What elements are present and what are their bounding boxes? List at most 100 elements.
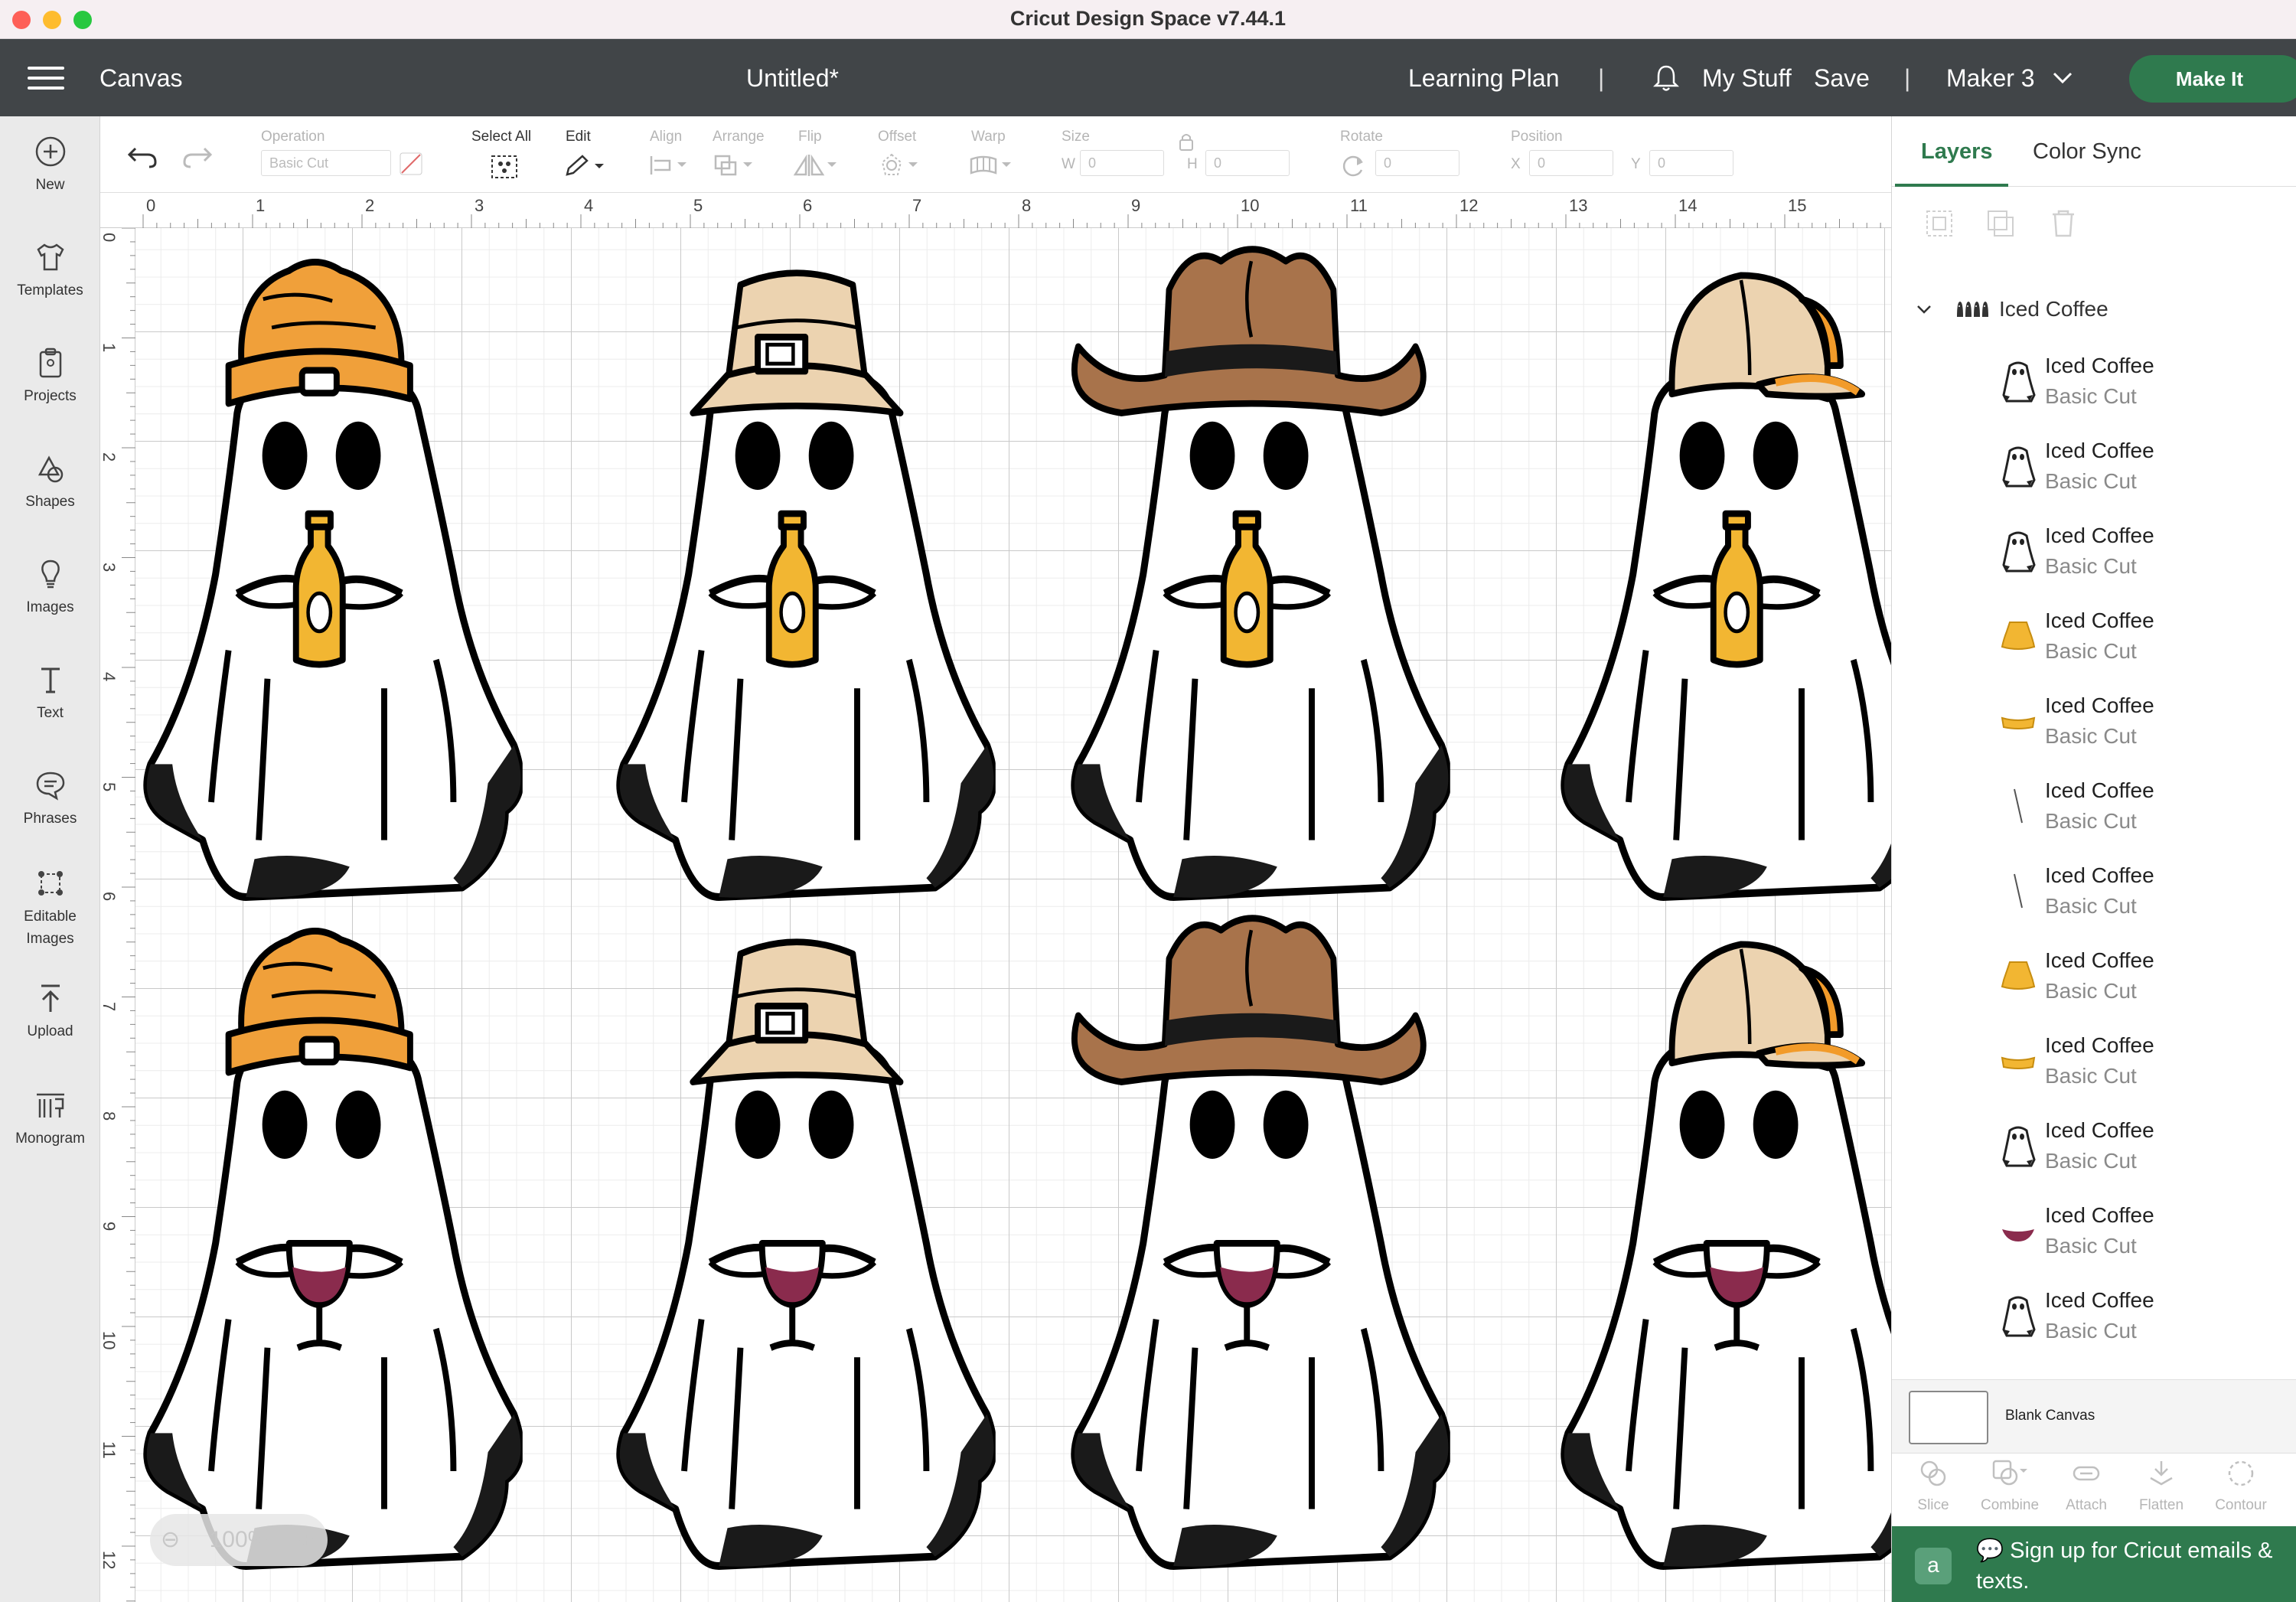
select-all-icon[interactable] (489, 153, 520, 181)
signup-banner[interactable]: a 💬 Sign up for Cricut emails & texts. (1892, 1526, 2296, 1602)
layer-row[interactable]: Iced Coffee Basic Cut (1892, 1109, 2296, 1194)
size-w-label: W (1062, 156, 1075, 172)
ghost-design[interactable] (598, 902, 998, 1590)
signup-text[interactable]: 💬 Sign up for Cricut emails & texts. (1976, 1535, 2282, 1597)
sidebar-item-new[interactable]: New (0, 135, 100, 197)
layer-name: Iced Coffee (2045, 863, 2154, 887)
app-header: Canvas Untitled* Learning Plan | My Stuf… (0, 39, 2296, 116)
ruler-tick-label: 1 (256, 196, 266, 215)
bell-icon[interactable] (1651, 63, 1681, 93)
group-icon[interactable] (1923, 207, 1956, 240)
layer-row[interactable]: Iced Coffee Basic Cut (1892, 1024, 2296, 1109)
ghost-design[interactable] (1542, 233, 1891, 921)
sidebar-item-editable-images[interactable]: Editable Images (0, 866, 100, 950)
combine-button[interactable]: Combine (1971, 1458, 2048, 1514)
sidebar-label: Editable Images (24, 909, 77, 947)
layer-row[interactable]: Iced Coffee Basic Cut (1892, 769, 2296, 854)
ghost-design[interactable] (598, 233, 998, 921)
duplicate-icon[interactable] (1984, 207, 2017, 240)
zoom-in-icon[interactable]: ⊕ (298, 1514, 317, 1566)
save-button[interactable]: Save (1814, 64, 1870, 93)
header-separator: | (1598, 64, 1605, 92)
chevron-down-icon[interactable] (2051, 68, 2074, 86)
rotate-icon[interactable] (1340, 153, 1366, 179)
sidebar-item-projects[interactable]: Projects (0, 346, 100, 408)
bottom-tools: Slice Combine Attach Flatten Contour (1892, 1453, 2296, 1526)
offset-label: Offset (878, 129, 917, 145)
contour-button[interactable]: Contour (2203, 1458, 2279, 1514)
ruler-tick-label: 12 (99, 1551, 119, 1570)
my-stuff-link[interactable]: My Stuff (1702, 64, 1792, 93)
width-input[interactable]: 0 (1080, 150, 1164, 176)
layer-row[interactable]: Iced Coffee Basic Cut (1892, 599, 2296, 684)
slice-label: Slice (1917, 1497, 1949, 1513)
sidebar-item-images[interactable]: Images (0, 557, 100, 619)
tshirt-icon (36, 243, 64, 271)
height-input[interactable]: 0 (1205, 150, 1290, 176)
menu-icon[interactable] (28, 67, 64, 90)
undo-icon[interactable] (125, 142, 158, 170)
layer-row[interactable]: Iced Coffee Basic Cut (1892, 854, 2296, 939)
chevron-down-icon[interactable] (1915, 300, 1933, 318)
lock-icon[interactable] (1178, 132, 1195, 152)
layer-name: Iced Coffee (2045, 354, 2154, 377)
layer-thumbnail-icon (1999, 358, 2037, 404)
rotate-input[interactable]: 0 (1375, 150, 1459, 176)
machine-selector[interactable]: Maker 3 (1946, 64, 2035, 93)
sidebar-item-monogram[interactable]: Monogram (0, 1088, 100, 1150)
position-x-input[interactable]: 0 (1529, 150, 1613, 176)
layer-row[interactable]: Iced Coffee Basic Cut (1892, 344, 2296, 429)
arrange-icon[interactable] (713, 153, 758, 178)
position-y-input[interactable]: 0 (1649, 150, 1733, 176)
sidebar-item-phrases[interactable]: Phrases (0, 768, 100, 830)
ghost-design[interactable] (1052, 902, 1453, 1590)
zoom-out-icon[interactable]: ⊖ (161, 1514, 180, 1566)
layer-thumbnail-icon (1999, 528, 2037, 574)
sidebar-label: Phrases (23, 811, 77, 827)
ghost-design[interactable] (135, 233, 525, 921)
tab-color-sync[interactable]: Color Sync (2033, 139, 2141, 165)
make-it-button[interactable]: Make It (2129, 55, 2296, 103)
color-swatch-icon[interactable] (399, 152, 423, 176)
attach-button[interactable]: Attach (2048, 1458, 2125, 1514)
pencil-icon[interactable] (563, 153, 605, 179)
offset-icon[interactable] (878, 152, 924, 179)
sidebar-item-shapes[interactable]: Shapes (0, 452, 100, 514)
layer-row[interactable]: Iced Coffee Basic Cut (1892, 429, 2296, 514)
ruler-tick-label: 3 (99, 562, 119, 572)
operation-select[interactable]: Basic Cut (261, 150, 391, 176)
flip-icon[interactable] (791, 152, 837, 179)
sidebar-item-upload[interactable]: Upload (0, 981, 100, 1043)
align-icon[interactable] (648, 153, 691, 178)
layer-row[interactable]: Iced Coffee Basic Cut (1892, 1194, 2296, 1279)
ghost-design[interactable] (135, 902, 525, 1590)
redo-icon[interactable] (181, 142, 215, 170)
blank-canvas-swatch[interactable] (1909, 1391, 1988, 1444)
sidebar-label: Monogram (15, 1131, 85, 1147)
lightbulb-icon (41, 560, 60, 589)
tab-layers[interactable]: Layers (1921, 139, 1993, 165)
canvas-grid[interactable] (135, 228, 1891, 1602)
document-title[interactable]: Untitled* (746, 64, 839, 93)
ghost-design[interactable] (1052, 233, 1453, 921)
layer-name: Iced Coffee (2045, 608, 2154, 632)
layer-row[interactable]: Iced Coffee Basic Cut (1892, 684, 2296, 769)
blank-canvas-row[interactable]: Blank Canvas (1892, 1379, 2296, 1453)
layers-panel: Layers Color Sync Iced Coffee Iced Coffe… (1891, 116, 2296, 1602)
layer-row[interactable]: Iced Coffee Basic Cut (1892, 514, 2296, 599)
ruler-tick-label: 14 (1678, 196, 1698, 215)
layer-name: Iced Coffee (2045, 1203, 2154, 1227)
sidebar-item-text[interactable]: Text (0, 663, 100, 725)
warp-icon[interactable] (968, 153, 1017, 178)
zoom-control[interactable]: ⊖ 100% ⊕ (150, 1514, 328, 1566)
flatten-button[interactable]: Flatten (2123, 1458, 2200, 1514)
trash-icon[interactable] (2047, 207, 2080, 240)
layer-row[interactable]: Iced Coffee Basic Cut (1892, 1279, 2296, 1364)
sidebar-item-templates[interactable]: Templates (0, 240, 100, 302)
ghost-design[interactable] (1542, 902, 1891, 1590)
edit-toolbar: Operation Basic Cut Select All Edit Alig… (100, 116, 1891, 193)
slice-button[interactable]: Slice (1895, 1458, 1971, 1514)
layer-operation: Basic Cut (2045, 894, 2137, 918)
layer-row[interactable]: Iced Coffee Basic Cut (1892, 939, 2296, 1024)
learning-plan-link[interactable]: Learning Plan (1408, 64, 1559, 93)
